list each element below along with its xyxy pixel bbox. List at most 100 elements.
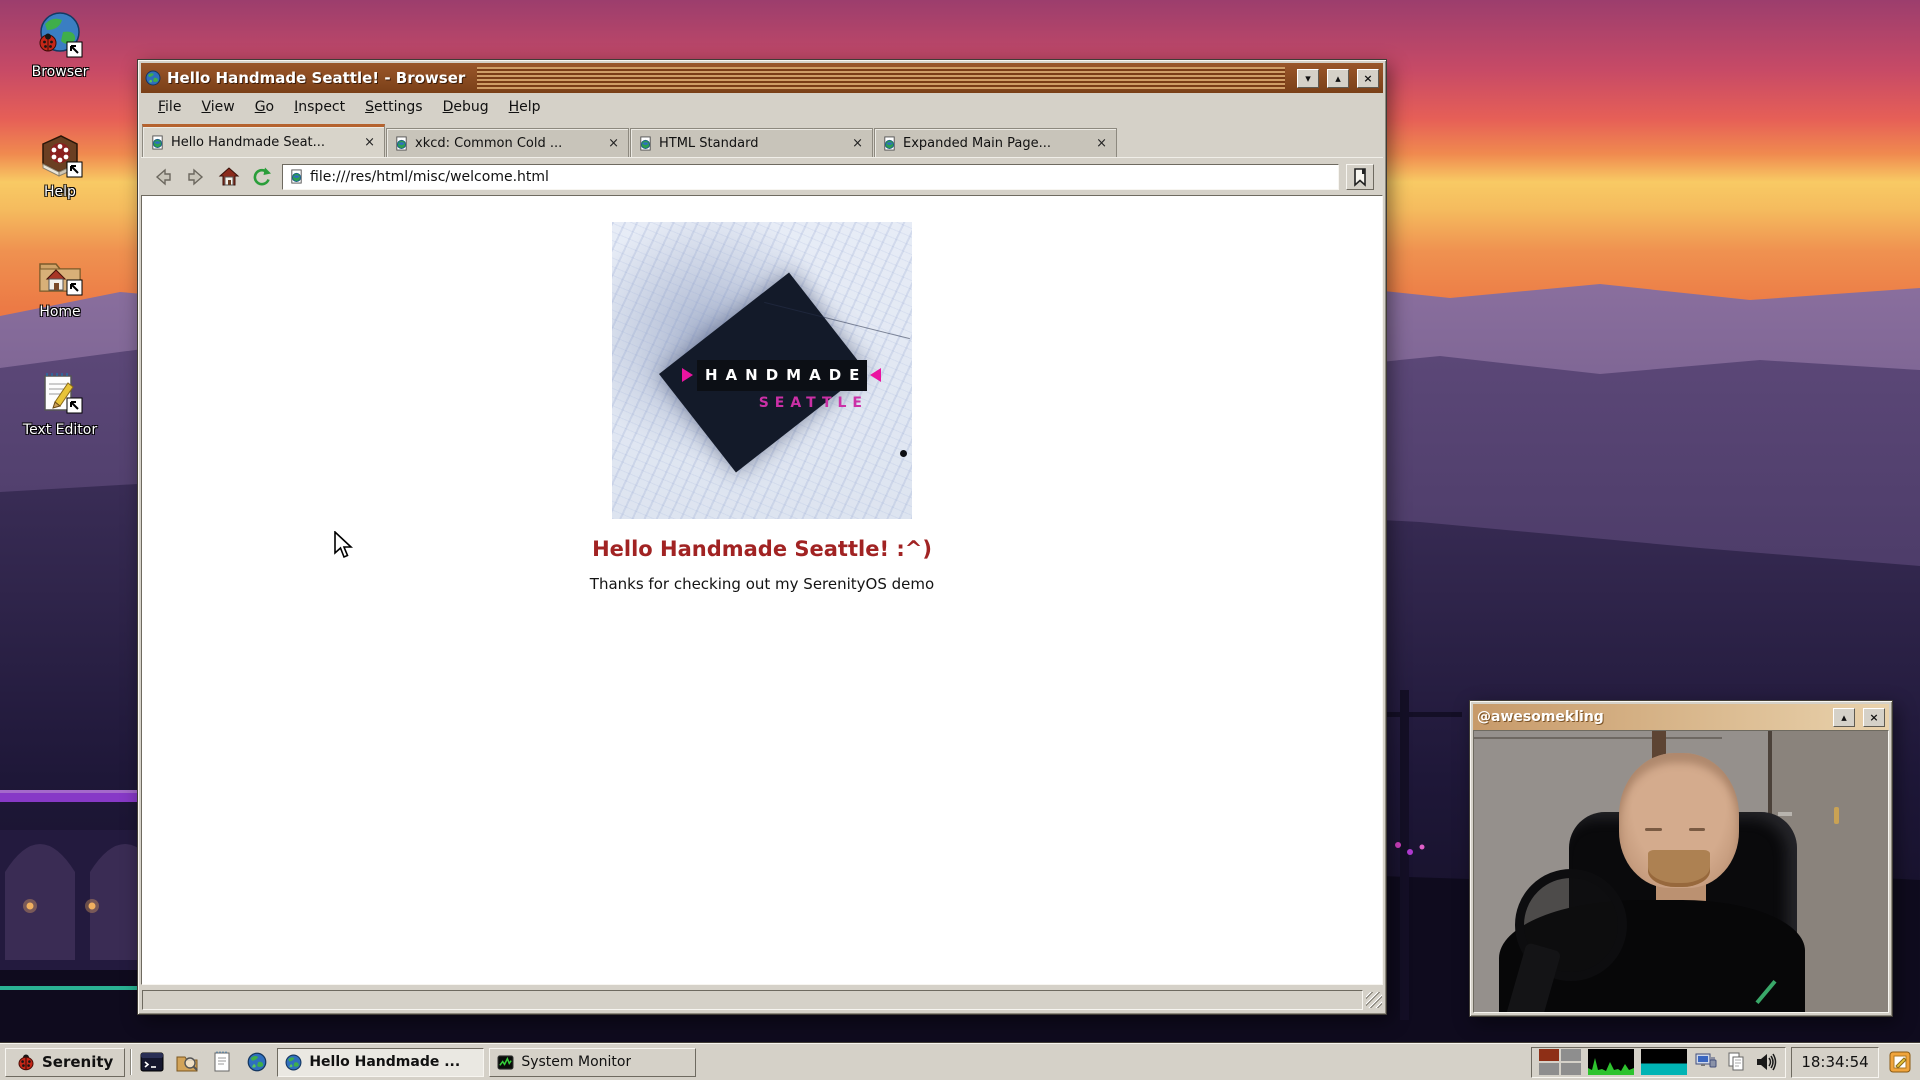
menu-inspect[interactable]: Inspect [285,96,354,118]
ladybug-icon [17,1053,35,1071]
tab-close-icon[interactable]: × [850,136,865,151]
quick-launch-terminal[interactable] [137,1048,167,1077]
notepad-icon [211,1051,233,1073]
cpu-graph-applet[interactable] [1588,1049,1634,1075]
menu-help[interactable]: Help [500,96,550,118]
url-input[interactable] [310,169,1332,185]
shortcut-arrow-icon [67,398,82,413]
reload-icon [251,166,273,188]
forward-button[interactable] [183,164,209,190]
browser-window: Hello Handmade Seattle! - Browser ▾ ▴ × … [137,59,1387,1015]
close-button[interactable]: × [1357,69,1379,88]
logo-subtext: SEATTLE [612,395,868,411]
titlebar-stripes [477,67,1285,89]
webcam-video [1473,730,1889,1013]
quick-launch-browser[interactable] [242,1048,272,1077]
browser-titlebar[interactable]: Hello Handmade Seattle! - Browser ▾ ▴ × [141,63,1383,93]
maximize-button[interactable]: ▴ [1327,69,1349,88]
quick-launch-text-editor[interactable] [207,1048,237,1077]
home-button[interactable] [216,164,242,190]
menu-go[interactable]: Go [246,96,283,118]
tab-close-icon[interactable]: × [606,136,621,151]
page-globe-icon [882,136,897,151]
reload-button[interactable] [249,164,275,190]
network-icon[interactable] [1694,1051,1718,1073]
desktop-icon-label: Help [14,184,106,200]
note-pencil-icon [1888,1050,1912,1074]
taskbar: Serenity Hello Handmade ... System M [0,1043,1920,1080]
bookmark-button[interactable] [1346,164,1374,190]
home-folder-icon [35,250,85,300]
menu-view[interactable]: View [192,96,243,118]
back-icon [152,166,174,188]
quick-launch-file-manager[interactable] [172,1048,202,1077]
webcam-titlebar[interactable]: @awesomekling ▴ × [1473,704,1889,730]
status-text [142,990,1363,1010]
system-tray [1531,1047,1786,1078]
page-subtitle: Thanks for checking out my SerenityOS de… [142,575,1382,593]
desktop-icon-label: Home [14,304,106,320]
handmade-seattle-logo: HANDMADE SEATTLE [612,222,912,519]
desktop-icon-label: Browser [14,64,106,80]
shortcut-arrow-icon [67,280,82,295]
mouse-cursor-icon [333,531,357,559]
person-beard [1648,850,1710,887]
menu-bar: File View Go Inspect Settings Debug Help [141,93,1383,121]
globe-icon [247,1052,267,1072]
window-title: @awesomekling [1477,709,1604,725]
shortcut-arrow-icon [67,162,82,177]
tab-close-icon[interactable]: × [362,135,377,150]
close-button[interactable]: × [1863,708,1885,727]
tab-xkcd[interactable]: xkcd: Common Cold ... × [386,128,629,157]
maximize-button[interactable]: ▴ [1833,708,1855,727]
logo-banner: HANDMADE [697,360,867,391]
tab-close-icon[interactable]: × [1094,136,1109,151]
tab-html-standard[interactable]: HTML Standard × [630,128,873,157]
window-title: Hello Handmade Seattle! - Browser [167,69,465,87]
globe-icon [285,1054,302,1071]
task-button-system-monitor[interactable]: System Monitor [489,1048,696,1077]
menu-debug[interactable]: Debug [434,96,498,118]
status-bar [141,985,1383,1011]
text-editor-icon [35,368,85,418]
task-button-browser[interactable]: Hello Handmade ... [277,1048,484,1077]
terminal-icon [140,1051,164,1073]
webcam-window: @awesomekling ▴ × [1469,700,1893,1017]
resize-grip[interactable] [1366,992,1382,1008]
globe-icon [145,70,161,86]
globe-ladybug-icon [35,10,85,60]
separator [130,1049,132,1075]
tab-hello-handmade[interactable]: Hello Handmade Seat... × [142,124,385,157]
door-handle [1834,807,1839,824]
menu-file[interactable]: File [149,96,190,118]
start-button[interactable]: Serenity [5,1048,125,1077]
back-button[interactable] [150,164,176,190]
tab-bar: Hello Handmade Seat... × xkcd: Common Co… [141,121,1383,157]
clipboard-icon[interactable] [1725,1051,1747,1073]
minimize-button[interactable]: ▾ [1297,69,1319,88]
shortcut-arrow-icon [67,42,82,57]
menu-settings[interactable]: Settings [356,96,431,118]
page-globe-icon [289,169,304,184]
show-desktop-button[interactable] [1884,1047,1915,1077]
workspace-pager-applet[interactable] [1539,1049,1581,1075]
page-content: HANDMADE SEATTLE Hello Handmade Seattle!… [141,195,1383,985]
desktop-icon-browser[interactable]: Browser [14,10,106,80]
desktop-icon-help[interactable]: Help [14,130,106,200]
speaker-icon[interactable] [1754,1051,1778,1073]
page-globe-icon [394,136,409,151]
bookmark-icon [1351,167,1369,187]
help-book-icon [35,130,85,180]
memory-graph-applet[interactable] [1641,1049,1687,1075]
forward-icon [185,166,207,188]
file-manager-icon [175,1051,199,1073]
page-globe-icon [638,136,653,151]
logo-triangle-right [870,368,881,382]
desktop-icon-label: Text Editor [14,422,106,438]
navigation-toolbar [141,157,1383,195]
desktop-icon-text-editor[interactable]: Text Editor [14,368,106,438]
logo-triangle-left [682,368,693,382]
page-heading: Hello Handmade Seattle! :^) [142,537,1382,561]
tab-expanded-main-page[interactable]: Expanded Main Page... × [874,128,1117,157]
desktop-icon-home[interactable]: Home [14,250,106,320]
